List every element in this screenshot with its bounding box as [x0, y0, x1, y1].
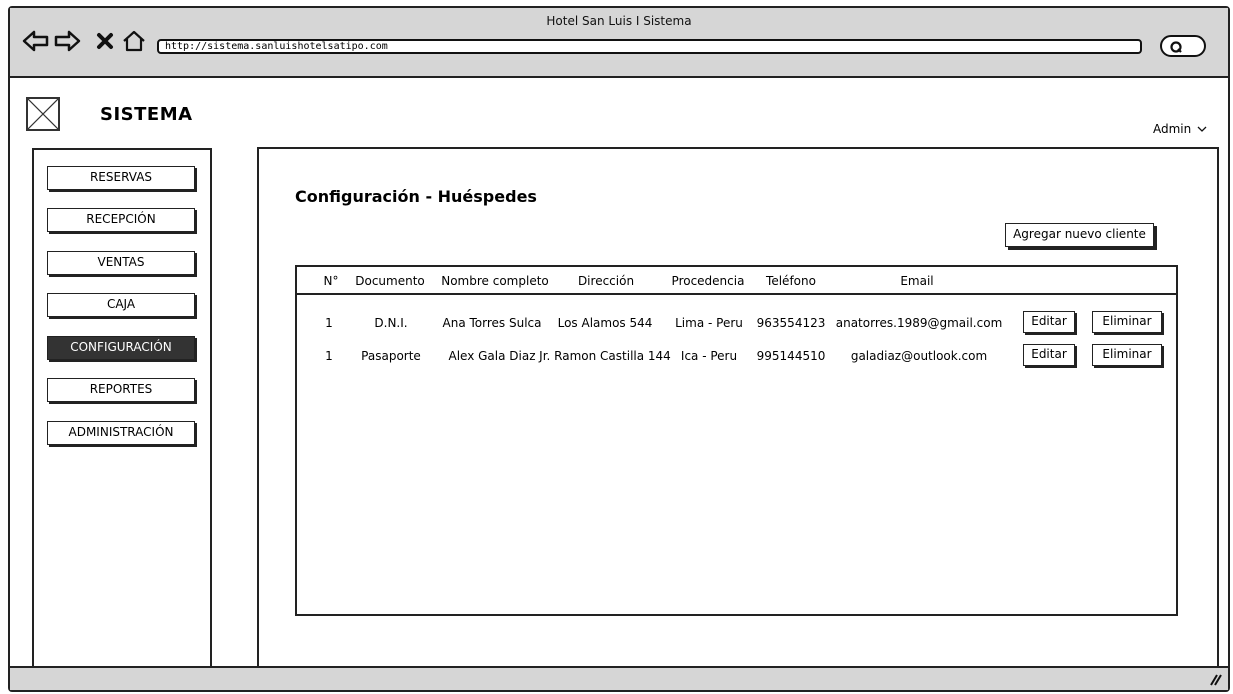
logo-placeholder — [26, 97, 60, 131]
cell-email: anatorres.1989@gmail.com — [835, 316, 1003, 330]
home-icon[interactable] — [122, 30, 146, 52]
edit-button[interactable]: Editar — [1023, 311, 1075, 333]
search-button[interactable] — [1160, 35, 1206, 57]
delete-button[interactable]: Eliminar — [1092, 344, 1162, 366]
cell-procedencia: Ica - Peru — [680, 349, 738, 363]
table-row: 1 Pasaporte Alex Gala Diaz Jr. Ramon Cas… — [297, 344, 1176, 370]
browser-toolbar: Hotel San Luis I Sistema http://sistema.… — [10, 8, 1228, 78]
browser-window: Hotel San Luis I Sistema http://sistema.… — [8, 6, 1230, 692]
column-header-telefono: Teléfono — [766, 274, 816, 288]
arrow-right-icon[interactable] — [53, 30, 81, 52]
column-header-documento: Documento — [355, 274, 425, 288]
search-icon — [1170, 41, 1182, 53]
cell-n: 1 — [325, 316, 333, 330]
user-menu[interactable]: Admin — [1153, 122, 1207, 136]
sidebar-item-configuracion[interactable]: CONFIGURACIÓN — [47, 336, 195, 360]
sidebar: RESERVAS RECEPCIÓN VENTAS CAJA CONFIGURA… — [32, 148, 212, 679]
column-header-email: Email — [900, 274, 934, 288]
guests-table: N° Documento Nombre completo Dirección P… — [295, 265, 1178, 616]
cell-telefono: 963554123 — [756, 316, 826, 330]
window-title: Hotel San Luis I Sistema — [546, 14, 692, 28]
cell-n: 1 — [325, 349, 333, 363]
address-bar[interactable]: http://sistema.sanluishotelsatipo.com — [157, 39, 1142, 54]
sidebar-item-reportes[interactable]: REPORTES — [47, 378, 195, 402]
sidebar-item-administracion[interactable]: ADMINISTRACIÓN — [47, 421, 195, 445]
sidebar-item-reservas[interactable]: RESERVAS — [47, 166, 195, 190]
cell-direccion: Los Alamos 544 — [557, 316, 653, 330]
column-header-procedencia: Procedencia — [671, 274, 745, 288]
cell-direccion: Jr. Ramon Castilla 144 — [539, 349, 671, 363]
status-bar — [10, 666, 1228, 690]
chevron-down-icon — [1197, 126, 1207, 132]
cell-documento: Pasaporte — [361, 349, 421, 363]
sidebar-item-ventas[interactable]: VENTAS — [47, 251, 195, 275]
cell-nombre: Ana Torres Sulca — [442, 316, 542, 330]
table-row: 1 D.N.I. Ana Torres Sulca Los Alamos 544… — [297, 311, 1176, 337]
user-name: Admin — [1153, 122, 1192, 136]
column-header-nombre: Nombre completo — [441, 274, 549, 288]
cell-telefono: 995144510 — [756, 349, 826, 363]
sidebar-item-recepcion[interactable]: RECEPCIÓN — [47, 208, 195, 232]
resize-grip-icon[interactable] — [1208, 672, 1222, 686]
table-header: N° Documento Nombre completo Dirección P… — [297, 267, 1176, 295]
cell-procedencia: Lima - Peru — [675, 316, 743, 330]
edit-button[interactable]: Editar — [1023, 344, 1075, 366]
cell-nombre: Alex Gala Diaz — [448, 349, 536, 363]
cell-documento: D.N.I. — [374, 316, 408, 330]
delete-button[interactable]: Eliminar — [1092, 311, 1162, 333]
image-placeholder-icon — [27, 98, 59, 130]
app-brand: SISTEMA — [100, 104, 193, 125]
column-header-n: N° — [323, 274, 339, 288]
page-title: Configuración - Huéspedes — [295, 187, 537, 206]
cell-email: galadiaz@outlook.com — [850, 349, 988, 363]
sidebar-item-caja[interactable]: CAJA — [47, 293, 195, 317]
close-icon[interactable] — [96, 30, 114, 52]
arrow-left-icon[interactable] — [22, 30, 50, 52]
column-header-direccion: Dirección — [577, 274, 635, 288]
main-panel: Configuración - Huéspedes Agregar nuevo … — [257, 147, 1219, 675]
add-client-button[interactable]: Agregar nuevo cliente — [1005, 223, 1154, 247]
